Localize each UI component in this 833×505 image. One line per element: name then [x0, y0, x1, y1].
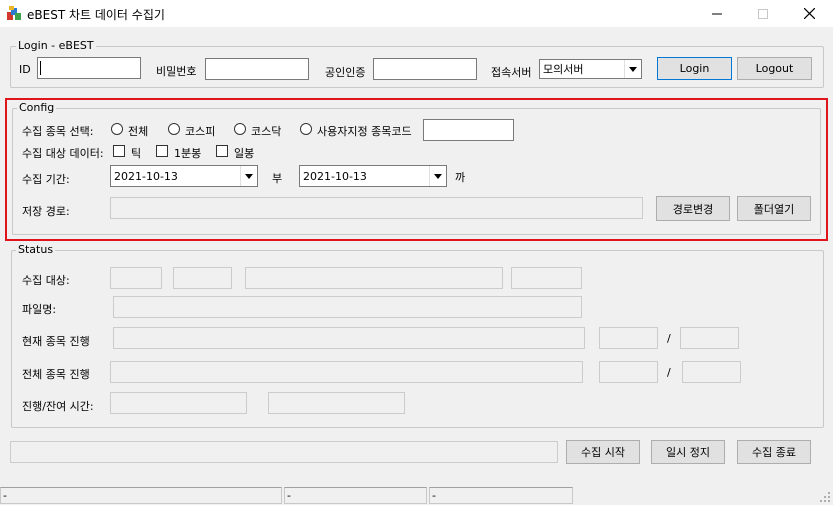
- time-label: 진행/잔여 시간:: [22, 400, 94, 413]
- maximize-button[interactable]: [740, 0, 786, 27]
- radio-custom-label: 사용자지정 종목코드: [317, 125, 412, 138]
- login-group-label: Login - eBEST: [16, 39, 96, 52]
- id-input[interactable]: [37, 57, 141, 79]
- logout-button[interactable]: Logout: [737, 57, 812, 80]
- server-label: 접속서버: [491, 66, 532, 79]
- current-progress-label: 현재 종목 진행: [22, 335, 90, 348]
- start-date-picker[interactable]: 2021-10-13: [110, 165, 258, 187]
- window-title: eBEST 차트 데이터 수집기: [27, 8, 165, 22]
- total-separator: /: [667, 366, 671, 379]
- target-data-label: 수집 대상 데이터:: [22, 147, 104, 160]
- current-progress-bar: [113, 327, 585, 349]
- current-separator: /: [667, 332, 671, 345]
- close-icon: [803, 8, 815, 19]
- status-cell-1: -: [0, 487, 282, 504]
- total-progress-label: 전체 종목 진행: [22, 368, 90, 381]
- start-collect-button[interactable]: 수집 시작: [566, 440, 640, 464]
- chevron-down-icon[interactable]: [624, 60, 641, 78]
- checkbox-1min-label: 1분봉: [174, 147, 202, 160]
- end-date-picker[interactable]: 2021-10-13: [299, 165, 447, 187]
- radio-all-label: 전체: [128, 125, 149, 138]
- login-button[interactable]: Login: [657, 57, 732, 80]
- pause-button[interactable]: 일시 정지: [651, 440, 725, 464]
- save-path-field: [110, 197, 643, 219]
- save-path-label: 저장 경로:: [22, 205, 70, 218]
- select-stocks-label: 수집 종목 선택:: [22, 125, 94, 138]
- server-select-value: 모의서버: [543, 63, 584, 76]
- current-count-field: [599, 327, 658, 349]
- minimize-icon: [712, 13, 722, 14]
- target-field-1: [110, 267, 162, 289]
- target-field-2: [173, 267, 232, 289]
- radio-custom[interactable]: [300, 123, 312, 135]
- cert-label: 공인인증: [325, 66, 366, 79]
- radio-kosdaq[interactable]: [234, 123, 246, 135]
- maximize-icon: [758, 8, 768, 19]
- checkbox-daily[interactable]: [216, 145, 228, 157]
- custom-code-input[interactable]: [423, 119, 514, 141]
- status-group-label: Status: [16, 243, 56, 256]
- filename-label: 파일명:: [22, 303, 57, 316]
- resize-grip-icon[interactable]: [819, 491, 831, 503]
- chevron-down-icon[interactable]: [429, 166, 446, 186]
- filename-field: [113, 296, 582, 318]
- target-field-3: [245, 267, 503, 289]
- config-group-label: Config: [17, 101, 57, 114]
- radio-kospi-label: 코스피: [185, 125, 216, 138]
- remaining-time-field: [268, 392, 405, 414]
- checkbox-tick[interactable]: [113, 145, 125, 157]
- overall-progress-bar: [10, 441, 558, 463]
- checkbox-daily-label: 일봉: [234, 147, 255, 160]
- stop-collect-button[interactable]: 수집 종료: [737, 440, 811, 464]
- close-button[interactable]: [786, 0, 832, 27]
- cert-password-input[interactable]: [373, 58, 477, 80]
- radio-all[interactable]: [111, 123, 123, 135]
- chevron-down-icon[interactable]: [240, 166, 257, 186]
- start-date-value: 2021-10-13: [114, 169, 178, 183]
- minimize-button[interactable]: [694, 0, 740, 27]
- total-total-field: [682, 361, 741, 383]
- password-label: 비밀번호: [156, 65, 197, 78]
- open-folder-button[interactable]: 폴더열기: [737, 196, 811, 221]
- text-cursor: [40, 61, 41, 75]
- end-date-value: 2021-10-13: [303, 169, 367, 183]
- target-field-4: [511, 267, 582, 289]
- radio-kosdaq-label: 코스닥: [251, 125, 282, 138]
- radio-kospi[interactable]: [168, 123, 180, 135]
- password-input[interactable]: [205, 58, 309, 80]
- period-label: 수집 기간:: [22, 173, 70, 186]
- elapsed-time-field: [110, 392, 247, 414]
- status-cell-3: -: [429, 487, 573, 504]
- checkbox-1min[interactable]: [156, 145, 168, 157]
- total-progress-bar: [110, 361, 583, 383]
- target-label: 수집 대상:: [22, 274, 70, 287]
- checkbox-tick-label: 틱: [131, 147, 142, 160]
- total-count-field: [599, 361, 658, 383]
- from-label: 부: [272, 172, 283, 185]
- app-icon: [7, 6, 21, 20]
- change-path-button[interactable]: 경로변경: [656, 196, 730, 221]
- id-label: ID: [19, 63, 31, 76]
- server-select[interactable]: 모의서버: [539, 59, 642, 79]
- status-cell-2: -: [284, 487, 427, 504]
- current-total-field: [680, 327, 739, 349]
- to-label: 까: [455, 171, 466, 184]
